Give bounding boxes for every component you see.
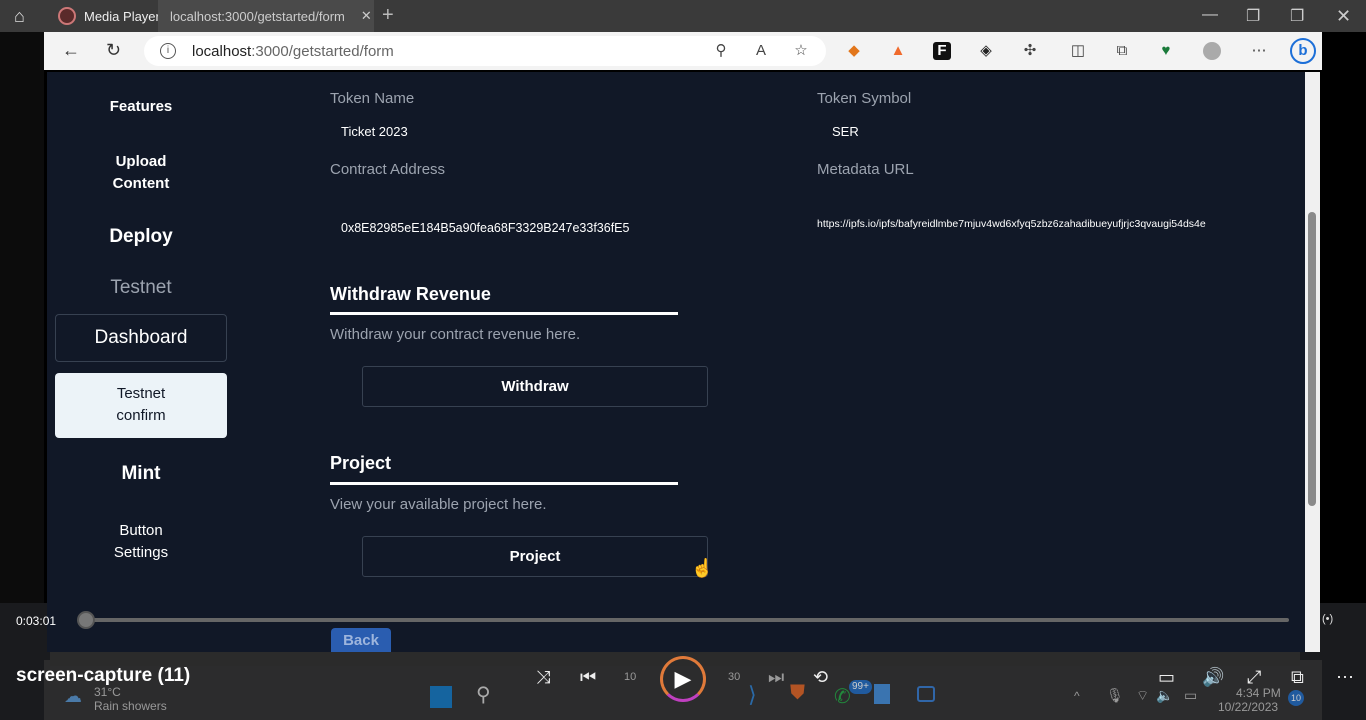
tray-chevron-icon[interactable]: ^	[1074, 690, 1080, 702]
back-arrow-icon[interactable]: ←	[62, 40, 80, 61]
new-tab-icon[interactable]: +	[382, 4, 394, 27]
sidebar-item-testnet-confirm[interactable]: Testnet confirm	[55, 373, 227, 438]
weather-icon: ☁	[64, 686, 82, 706]
profile-avatar[interactable]	[1203, 42, 1221, 60]
sidebar-item-mint[interactable]: Mint	[55, 463, 227, 485]
withdraw-button[interactable]: Withdraw	[362, 366, 708, 407]
microphone-icon[interactable]: 🎙	[1106, 688, 1124, 702]
media-player-icon	[58, 7, 76, 25]
tab-label: Media Player	[84, 8, 160, 24]
mini-player-icon[interactable]: ⧉	[1291, 668, 1304, 686]
divider	[330, 482, 678, 485]
tab-localhost[interactable]: localhost:3000/getstarted/form ✕	[158, 0, 374, 32]
more-options-icon[interactable]: ⋯	[1336, 668, 1354, 686]
split-screen-icon[interactable]: ◫	[1069, 42, 1087, 60]
wifi-icon[interactable]: ⌔	[1136, 688, 1149, 702]
token-symbol-label: Token Symbol	[817, 90, 912, 107]
repeat-off-icon[interactable]: ⟲	[813, 668, 828, 686]
weather-text: Rain showers	[94, 699, 167, 713]
contract-address-label: Contract Address	[330, 161, 446, 178]
contract-address-value: 0x8E82985eE184B5a90fea68F3329B247e33f36f…	[341, 221, 630, 235]
withdraw-heading: Withdraw Revenue	[330, 284, 491, 304]
previous-icon[interactable]: ⏮	[580, 668, 596, 686]
more-menu-icon[interactable]: ⋯	[1250, 42, 1268, 60]
tab-label: localhost:3000/getstarted/form	[170, 8, 345, 24]
vscode-icon[interactable]: ⟩	[748, 682, 757, 708]
metamask-icon[interactable]: ◆	[845, 42, 863, 60]
windows-start-icon[interactable]	[430, 686, 452, 708]
next-icon[interactable]: ⏭	[768, 668, 784, 686]
sidebar-item-dashboard[interactable]: Dashboard	[55, 314, 227, 362]
extension-icon[interactable]: ▲	[889, 42, 907, 60]
scrollbar-thumb[interactable]	[1308, 212, 1316, 506]
sidebar-item-button-settings[interactable]: Button Settings	[55, 520, 227, 564]
zoom-icon[interactable]: ⚲	[712, 42, 730, 60]
token-name-label: Token Name	[330, 90, 415, 107]
project-button[interactable]: Project	[362, 536, 708, 577]
sidebar-item-testnet[interactable]: Testnet	[55, 277, 227, 299]
mouse-cursor-icon: ☝	[691, 558, 714, 578]
f-extension-icon[interactable]: F	[933, 42, 951, 60]
divider	[330, 312, 678, 315]
close-window-icon[interactable]: ✕	[1336, 6, 1351, 27]
favorite-star-icon[interactable]: ☆	[792, 42, 810, 60]
playback-time: 0:03:01	[16, 614, 57, 628]
cast-icon[interactable]: (•)	[1322, 613, 1333, 625]
read-aloud-icon[interactable]: A	[752, 42, 770, 60]
seek-bar[interactable]	[86, 618, 1289, 622]
brave-icon[interactable]: ⛊	[790, 682, 805, 705]
video-title: screen-capture (11)	[16, 665, 191, 686]
token-symbol-value: SER	[832, 124, 859, 139]
skip-back-icon[interactable]: 10	[624, 672, 636, 683]
health-icon[interactable]: ♥	[1157, 42, 1175, 60]
url-host: localhost	[192, 42, 252, 60]
sidebar-item-upload-content[interactable]: Upload Content	[55, 151, 227, 195]
project-description: View your available project here.	[330, 496, 547, 513]
reload-icon[interactable]: ↻	[106, 40, 121, 61]
notepad-icon[interactable]	[874, 684, 890, 704]
url-path: :3000/getstarted/form	[251, 42, 394, 60]
bing-icon[interactable]: b	[1290, 38, 1316, 64]
extension-icon[interactable]: ◈	[977, 42, 995, 60]
play-button[interactable]: ▶	[660, 656, 706, 702]
extensions-puzzle-icon[interactable]: ✣	[1021, 42, 1039, 60]
metadata-url-label: Metadata URL	[817, 161, 914, 178]
sidebar-item-deploy[interactable]: Deploy	[55, 226, 227, 248]
volume-tray-icon[interactable]: 🔈	[1156, 688, 1173, 702]
subtitles-icon[interactable]: ▭	[1158, 668, 1175, 686]
restore-icon[interactable]: ❐	[1246, 6, 1260, 26]
fullscreen-icon[interactable]: ⤢	[1247, 668, 1261, 686]
app-icon[interactable]	[917, 686, 935, 702]
page-content: Features Upload Content Deploy Testnet D…	[47, 72, 1305, 652]
clock-date[interactable]: 10/22/2023	[1218, 701, 1278, 713]
notification-badge[interactable]: 10	[1288, 690, 1304, 706]
sidebar-item-features[interactable]: Features	[55, 98, 227, 115]
shuffle-icon[interactable]: ⤨	[536, 668, 550, 686]
back-button[interactable]: Back	[331, 628, 391, 652]
project-heading: Project	[330, 453, 392, 473]
info-icon[interactable]: i	[160, 43, 176, 59]
token-name-value: Ticket 2023	[341, 124, 408, 139]
whatsapp-badge: 99+	[849, 680, 872, 694]
maximize-icon[interactable]: ❐	[1290, 6, 1304, 26]
metadata-url-value: https://ipfs.io/ipfs/bafyreidlmbe7mjuv4w…	[817, 218, 1206, 230]
tab-media-player[interactable]: Media Player	[50, 0, 162, 32]
withdraw-description: Withdraw your contract revenue here.	[330, 326, 581, 343]
skip-forward-icon[interactable]: 30	[728, 672, 740, 683]
battery-icon[interactable]: ▭	[1184, 688, 1197, 702]
close-tab-icon[interactable]: ✕	[361, 8, 372, 24]
clock-time[interactable]: 4:34 PM	[1236, 687, 1281, 699]
weather-temp: 31°C	[94, 685, 121, 699]
search-icon[interactable]: ⚲	[476, 682, 491, 707]
minimize-icon[interactable]: —	[1202, 6, 1218, 24]
seek-handle[interactable]	[77, 611, 95, 629]
collections-icon[interactable]: ⧉	[1113, 42, 1131, 60]
volume-icon[interactable]: 🔊	[1202, 668, 1224, 686]
home-icon[interactable]: ⌂	[14, 6, 25, 27]
